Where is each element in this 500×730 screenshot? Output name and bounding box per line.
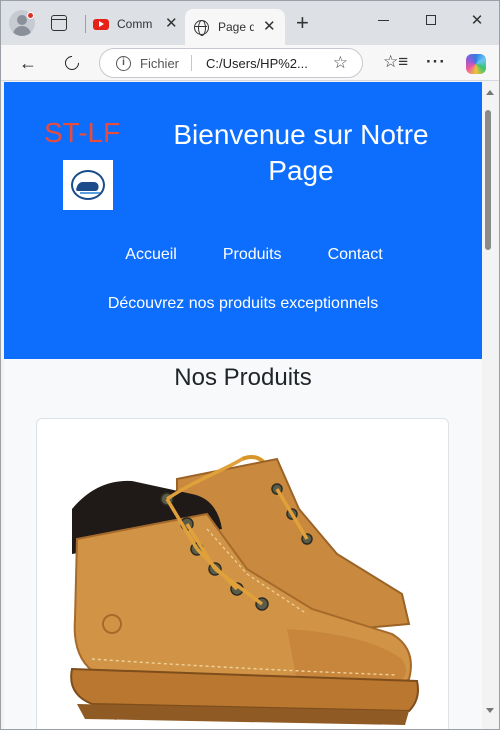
tab-title: Comm [117, 17, 153, 31]
info-icon[interactable]: i [116, 55, 131, 71]
youtube-icon [93, 18, 109, 30]
shoe-logo-icon [71, 170, 105, 200]
scrollbar-thumb[interactable] [485, 110, 491, 250]
tab-actions-icon[interactable] [51, 15, 67, 31]
hero-header: ST-LF Bienvenue sur Notre Page Accueil P… [4, 82, 482, 359]
favorite-star-icon[interactable]: ☆ [333, 53, 348, 73]
new-tab-button[interactable]: + [296, 10, 309, 36]
address-bar[interactable]: i Fichier C:/Users/HP%2... ☆ [99, 48, 363, 78]
tab-comments[interactable]: Comm ✕ [85, 9, 183, 39]
tab-page-active[interactable]: Page d ✕ [185, 9, 285, 45]
page-viewport: ST-LF Bienvenue sur Notre Page Accueil P… [4, 82, 482, 729]
copilot-icon[interactable] [466, 54, 486, 74]
scheme-label: Fichier [140, 55, 180, 71]
address-toolbar: ← i Fichier C:/Users/HP%2... ☆ ☆≡ ··· [1, 45, 499, 81]
product-card[interactable] [36, 418, 449, 729]
scroll-up-icon[interactable] [486, 90, 494, 95]
close-tab-icon[interactable]: ✕ [165, 14, 178, 32]
maximize-button[interactable] [419, 11, 443, 25]
scroll-down-icon[interactable] [486, 708, 494, 713]
product-image [70, 455, 419, 725]
main-nav: Accueil Produits Contact [4, 246, 482, 264]
more-menu-icon[interactable]: ··· [426, 52, 446, 72]
reload-button[interactable] [59, 50, 85, 76]
brand-logo [63, 160, 113, 210]
section-title: Nos Produits [174, 364, 312, 391]
nav-link-contact[interactable]: Contact [328, 246, 383, 264]
page-title: Bienvenue sur Notre Page [173, 119, 429, 186]
close-tab-icon[interactable]: ✕ [263, 17, 276, 35]
page-scrollbar[interactable] [482, 82, 499, 729]
browser-window: Comm ✕ Page d ✕ + ✕ ← i Fichier C:/Users… [0, 0, 500, 730]
back-button[interactable]: ← [15, 50, 41, 76]
notification-dot [27, 12, 34, 19]
nav-link-produits[interactable]: Produits [223, 246, 282, 264]
tab-title: Page d [218, 20, 254, 34]
reload-icon [62, 53, 82, 73]
nav-link-accueil[interactable]: Accueil [125, 246, 177, 264]
tab-strip: Comm ✕ Page d ✕ + ✕ [1, 1, 499, 45]
close-window-button[interactable]: ✕ [465, 11, 489, 29]
favorites-icon[interactable]: ☆≡ [383, 52, 408, 72]
minimize-button[interactable] [371, 11, 395, 22]
tagline: Découvrez nos produits exceptionnels [107, 295, 379, 312]
globe-icon [194, 19, 209, 36]
url-text[interactable]: C:/Users/HP%2... [206, 56, 308, 71]
brand-title: ST-LF [44, 117, 121, 148]
